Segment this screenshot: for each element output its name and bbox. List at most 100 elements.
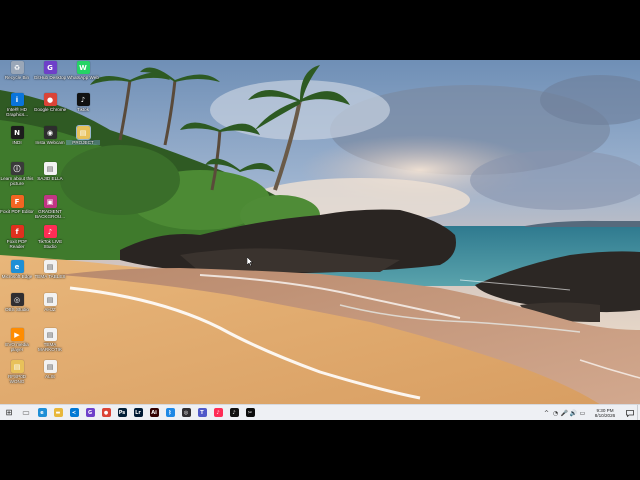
task-view-icon: ▭: [22, 408, 30, 417]
taskbar-clock[interactable]: 9:30 PM 8/10/2026: [587, 405, 623, 420]
desktop-icon[interactable]: ♻ Recycle Bin: [0, 61, 34, 80]
system-tray: ^ ◔ 🎤 🔊 ▭ 9:30 PM 8/10/2026: [542, 405, 640, 420]
taskbar: ⊞ ▭ e ▬ ≺ G ● Ps Lr Ai ᛒ ◎ T ♪ ♪ ✂ ^ ◔ 🎤 🔊 ▭ 9:30 PM 8/10/2…: [0, 404, 640, 420]
desktop-icon[interactable]: ⓘ Learn about this picture: [0, 162, 34, 186]
desktop-icon[interactable]: ▤ ALIS: [33, 360, 67, 379]
mouse-pointer-icon: [247, 257, 253, 266]
desktop-icon[interactable]: G GitHub Desktop: [33, 61, 67, 80]
desktop-icon-label: GitHub Desktop: [33, 75, 67, 80]
desktop-icon-label: INDI: [12, 140, 22, 145]
desktop-icon-label: Intel® HD Graphics...: [5, 107, 29, 117]
volume-icon[interactable]: 🔊: [569, 406, 578, 420]
indi-icon: N: [10, 126, 24, 139]
github-desktop-icon: G: [43, 61, 57, 74]
desktop-icon-label: Google Chrome: [33, 107, 67, 112]
desktop-icon-label: RFSP0D WONG: [7, 374, 27, 384]
lightroom-icon: Lr: [133, 408, 143, 417]
desktop-icon-label: EVO media player: [5, 342, 29, 352]
chevron-up-icon[interactable]: ^: [542, 406, 551, 420]
taskbar-chrome[interactable]: ●: [98, 406, 114, 420]
tema-markotik-file-icon: ▤: [43, 328, 57, 341]
foxit-pdf-icon: F: [10, 195, 24, 208]
taskbar-lightroom[interactable]: Lr: [130, 406, 146, 420]
desktop-icon[interactable]: i Intel® HD Graphics...: [0, 93, 34, 117]
wifi-icon[interactable]: ◔: [551, 406, 560, 420]
task-view-button[interactable]: ▭: [18, 406, 34, 420]
recycle-bin-icon: ♻: [10, 61, 24, 74]
desktop-icon[interactable]: ▤ TEMA MARKOTIK: [33, 328, 67, 352]
foxit-reader-icon: f: [10, 225, 24, 238]
desktop-icon-label: Tiktok: [76, 107, 90, 112]
desktop-icon-label: PROJECT: [66, 140, 100, 145]
taskbar-edge[interactable]: e: [34, 406, 50, 420]
desktop-icon-grid: ♻ Recycle Bin G GitHub Desktop W WhatsApp Web…: [0, 60, 110, 404]
desktop-icon[interactable]: f Foxit PDF Reader: [0, 225, 34, 249]
desktop-icon-label: OBS Studio: [4, 307, 29, 312]
taskbar-obs[interactable]: ◎: [178, 406, 194, 420]
desktop-icon[interactable]: N INDI: [0, 126, 34, 145]
chrome-icon: ●: [101, 408, 111, 417]
desktop-icon-label: AHJZ: [44, 307, 56, 312]
taskbar-pinned-apps: ⊞ ▭ e ▬ ≺ G ● Ps Lr Ai ᛒ ◎ T ♪ ♪ ✂: [0, 405, 258, 421]
windows-start-icon: ⊞: [5, 408, 13, 417]
taskbar-github-desktop[interactable]: G: [82, 406, 98, 420]
obs-studio-icon: ◎: [10, 293, 24, 306]
desktop-icon-label: Microsoft Edge: [1, 274, 33, 279]
folder-icon: ▬: [53, 408, 63, 417]
taskbar-photoshop[interactable]: Ps: [114, 406, 130, 420]
microphone-icon[interactable]: 🎤: [560, 406, 569, 420]
taskbar-bluetooth[interactable]: ᛒ: [162, 406, 178, 420]
tiktok-icon: ♪: [229, 408, 239, 417]
taskbar-file-explorer[interactable]: ▬: [50, 406, 66, 420]
desktop-icon[interactable]: ▤ AHJZ: [33, 293, 67, 312]
desktop-icon-label: GRADIENT BACKGROU...: [34, 209, 66, 219]
tiktok-live-icon: ♪: [43, 225, 57, 238]
desktop-icon[interactable]: ◎ OBS Studio: [0, 293, 34, 312]
notification-center-button[interactable]: [623, 405, 637, 420]
desktop-icon[interactable]: ▶ EVO media player: [0, 328, 34, 352]
desktop-icon-label: TEMA TABLES: [34, 274, 66, 279]
desktop-icon[interactable]: ▤ SAJID ELLA: [33, 162, 67, 181]
vscode-icon: ≺: [69, 408, 79, 417]
tray-icons: ^ ◔ 🎤 🔊 ▭: [542, 406, 587, 420]
tiktok-live-icon: ♪: [213, 408, 223, 417]
sajid-ella-file-icon: ▤: [43, 162, 57, 175]
desktop-icon[interactable]: ▣ GRADIENT BACKGROU...: [33, 195, 67, 219]
media-player-icon: ▶: [10, 328, 24, 341]
edge-icon: e: [37, 408, 47, 417]
windows-desktop: ♻ Recycle Bin G GitHub Desktop W WhatsApp Web…: [0, 60, 640, 420]
video-letterbox-top: [0, 0, 640, 60]
photoshop-icon: Ps: [117, 408, 127, 417]
keyboard-icon[interactable]: ▭: [578, 406, 587, 420]
start-button[interactable]: ⊞: [0, 406, 18, 420]
taskbar-tiktok[interactable]: ♪: [226, 406, 242, 420]
desktop-icon[interactable]: ▤ TEMA TABLES: [33, 260, 67, 279]
desktop-icon[interactable]: ♪ Tiktok: [66, 93, 100, 112]
desktop-icon[interactable]: ▤ PROJECT: [66, 125, 100, 145]
desktop-icon[interactable]: ♪ TikTok LIVE Studio: [33, 225, 67, 249]
taskbar-capcut[interactable]: ✂: [242, 406, 258, 420]
video-letterbox-bottom: [0, 420, 640, 480]
intel-graphics-icon: i: [10, 93, 24, 106]
tema-tables-file-icon: ▤: [43, 260, 57, 273]
desktop-icon-label: Insta Webcam: [35, 140, 65, 145]
desktop-icon-label: Foxit PDF Reader: [6, 239, 28, 249]
desktop-icon-label: TikTok LIVE Studio: [37, 239, 63, 249]
desktop-icon[interactable]: ◉ Insta Webcam: [33, 126, 67, 145]
desktop-icon-label: Learn about this picture: [0, 176, 34, 186]
illustrator-icon: Ai: [149, 408, 159, 417]
desktop-icon-label: ALIS: [45, 374, 55, 379]
desktop-icon[interactable]: e Microsoft Edge: [0, 260, 34, 279]
taskbar-tiktok-live[interactable]: ♪: [210, 406, 226, 420]
taskbar-illustrator[interactable]: Ai: [146, 406, 162, 420]
github-desktop-icon: G: [85, 408, 95, 417]
desktop-icon[interactable]: F Foxit PDF Editor: [0, 195, 34, 214]
edge-icon: e: [10, 260, 24, 273]
desktop-icon[interactable]: ● Google Chrome: [33, 93, 67, 112]
learn-picture-icon: ⓘ: [10, 162, 24, 175]
desktop-icon-label: Foxit PDF Editor: [0, 209, 34, 214]
desktop-icon[interactable]: W WhatsApp Web: [66, 61, 100, 80]
desktop-icon[interactable]: ▤ RFSP0D WONG: [0, 360, 34, 384]
taskbar-teams[interactable]: T: [194, 406, 210, 420]
taskbar-vscode[interactable]: ≺: [66, 406, 82, 420]
